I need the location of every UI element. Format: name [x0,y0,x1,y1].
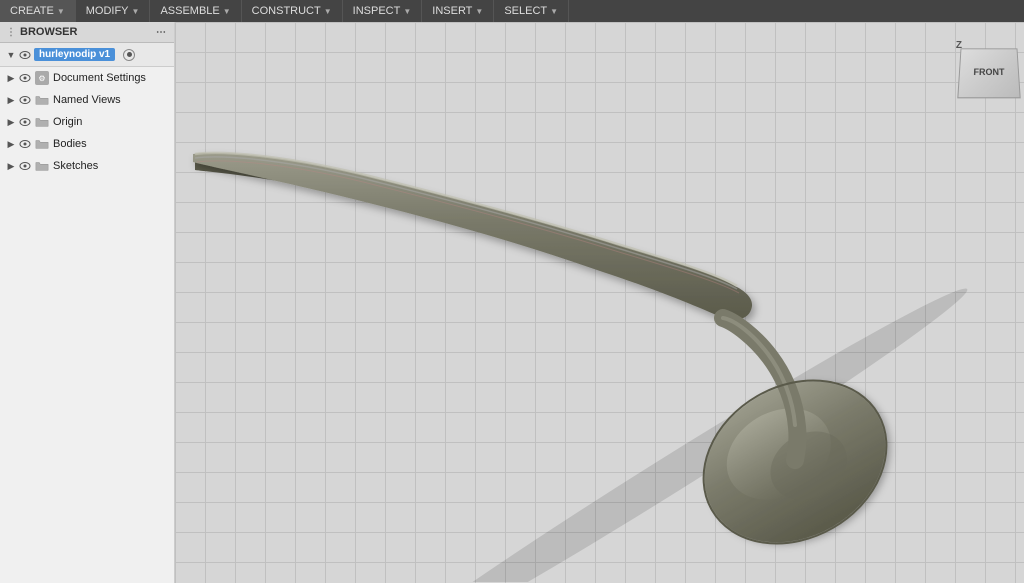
viewcube-face[interactable]: FRONT [957,48,1020,98]
origin-visibility-icon[interactable] [18,115,32,129]
bodies-visibility-icon[interactable] [18,137,32,151]
settings-visibility-icon[interactable] [18,71,32,85]
assemble-menu[interactable]: ASSEMBLE ▼ [150,0,241,22]
document-name-badge: hurleynodip v1 [34,48,115,61]
bodies-expand[interactable]: ▶ [4,137,18,151]
3d-viewport[interactable]: Z FRONT [175,22,1024,583]
doc-visibility-icon[interactable] [18,48,32,62]
construct-menu[interactable]: CONSTRUCT ▼ [242,0,343,22]
doc-expand-arrow[interactable]: ▼ [4,48,18,62]
top-toolbar: CREATE ▼ MODIFY ▼ ASSEMBLE ▼ CONSTRUCT ▼… [0,0,1024,22]
select-arrow: ▼ [550,7,558,16]
named-views-folder-icon [34,92,50,108]
named-views-visibility-icon[interactable] [18,93,32,107]
tree-item-origin[interactable]: ▶ Origin [0,111,174,133]
select-menu[interactable]: SELECT ▼ [494,0,569,22]
origin-label: Origin [53,116,82,128]
inspect-arrow: ▼ [403,7,411,16]
viewcube[interactable]: Z FRONT [949,32,1024,107]
construct-arrow: ▼ [324,7,332,16]
browser-header: ⋮ BROWSER ⋯ [0,22,174,43]
origin-expand[interactable]: ▶ [4,115,18,129]
create-menu[interactable]: CREATE ▼ [0,0,76,22]
grip-icon: ⋮ [6,27,16,38]
assemble-arrow: ▼ [223,7,231,16]
named-views-label: Named Views [53,94,121,106]
spoon-model [175,42,1024,582]
tree-item-sketches[interactable]: ▶ Sketches [0,155,174,177]
named-views-expand[interactable]: ▶ [4,93,18,107]
sketches-folder-icon [34,158,50,174]
tree-item-bodies[interactable]: ▶ Bodies [0,133,174,155]
origin-folder-icon [34,114,50,130]
settings-expand[interactable]: ▶ [4,71,18,85]
active-doc-icon [123,49,135,61]
create-arrow: ▼ [57,7,65,16]
main-area: ⋮ BROWSER ⋯ ▼ hurleynodip v1 ▶ [0,22,1024,583]
insert-arrow: ▼ [475,7,483,16]
insert-menu[interactable]: INSERT ▼ [422,0,494,22]
bodies-label: Bodies [53,138,87,150]
modify-arrow: ▼ [132,7,140,16]
sketches-visibility-icon[interactable] [18,159,32,173]
tree-item-document-settings[interactable]: ▶ ⚙ Document Settings [0,67,174,89]
settings-label: Document Settings [53,72,146,84]
modify-menu[interactable]: MODIFY ▼ [76,0,151,22]
settings-gear-icon: ⚙ [34,70,50,86]
browser-options-icon[interactable]: ⋯ [154,25,168,39]
browser-title: BROWSER [20,26,77,38]
browser-panel: ⋮ BROWSER ⋯ ▼ hurleynodip v1 ▶ [0,22,175,583]
bodies-folder-icon [34,136,50,152]
sketches-label: Sketches [53,160,98,172]
inspect-menu[interactable]: INSPECT ▼ [343,0,423,22]
sketches-expand[interactable]: ▶ [4,159,18,173]
tree-item-named-views[interactable]: ▶ Named Views [0,89,174,111]
document-item[interactable]: ▼ hurleynodip v1 [0,43,174,67]
